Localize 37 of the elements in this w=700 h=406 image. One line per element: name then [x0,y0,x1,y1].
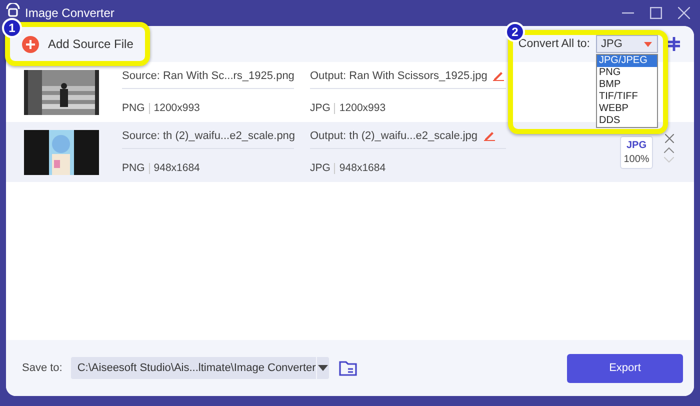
step-number-badge: 1 [2,18,22,38]
add-source-file-button[interactable]: Add Source File [22,36,134,52]
format-select[interactable]: JPG [596,35,658,53]
format-option[interactable]: JPG/JPEG [597,55,657,67]
output-format: JPG [310,162,330,174]
pencil-icon[interactable] [493,70,504,81]
save-to-label: Save to: [22,362,62,374]
format-option[interactable]: WEBP [597,103,657,115]
maximize-icon[interactable] [650,7,662,19]
source-format: PNG [122,102,145,114]
output-format: JPG [310,102,330,114]
caret-icon [644,42,652,46]
close-icon[interactable] [678,7,690,19]
source-file-name: Source: Ran With Sc...rs_1925.png [122,70,294,89]
format-option[interactable]: PNG [597,67,657,79]
save-path-field[interactable]: C:\Aiseesoft Studio\Ais...ltimate\Image Converter [71,357,330,379]
output-format-button[interactable]: JPG 100% [620,136,653,168]
format-option[interactable]: TIF/TIFF [597,91,657,103]
folder-icon[interactable] [339,360,358,376]
output-resolution: 948x1684 [339,162,386,174]
output-file-name: Output: Ran With Scissors_1925.jpg [310,70,488,82]
format-option[interactable]: BMP [597,79,657,91]
app-logo-icon [6,3,20,17]
source-format: PNG [122,162,145,174]
source-file-name: Source: th (2)_waifu...e2_scale.png [122,130,294,149]
source-resolution: 1200x993 [154,102,200,114]
pencil-icon[interactable] [484,130,495,141]
file-row[interactable]: Source: th (2)_waifu...e2_scale.png PNG 948x1684 Output: th (2)_waifu...e2_scale.jpg JPG 948x1684 JPG 100% [6,122,694,182]
dropdown-caret-icon[interactable] [318,365,328,371]
remove-icon[interactable] [664,134,674,142]
output-file-name: Output: th (2)_waifu...e2_scale.jpg [310,130,478,142]
plus-icon [22,36,39,52]
window-title: Image Converter [25,6,114,20]
output-resolution: 1200x993 [339,102,386,114]
move-up-icon[interactable] [664,146,674,152]
export-button[interactable]: Export [567,354,683,382]
source-resolution: 948x1684 [154,162,200,174]
